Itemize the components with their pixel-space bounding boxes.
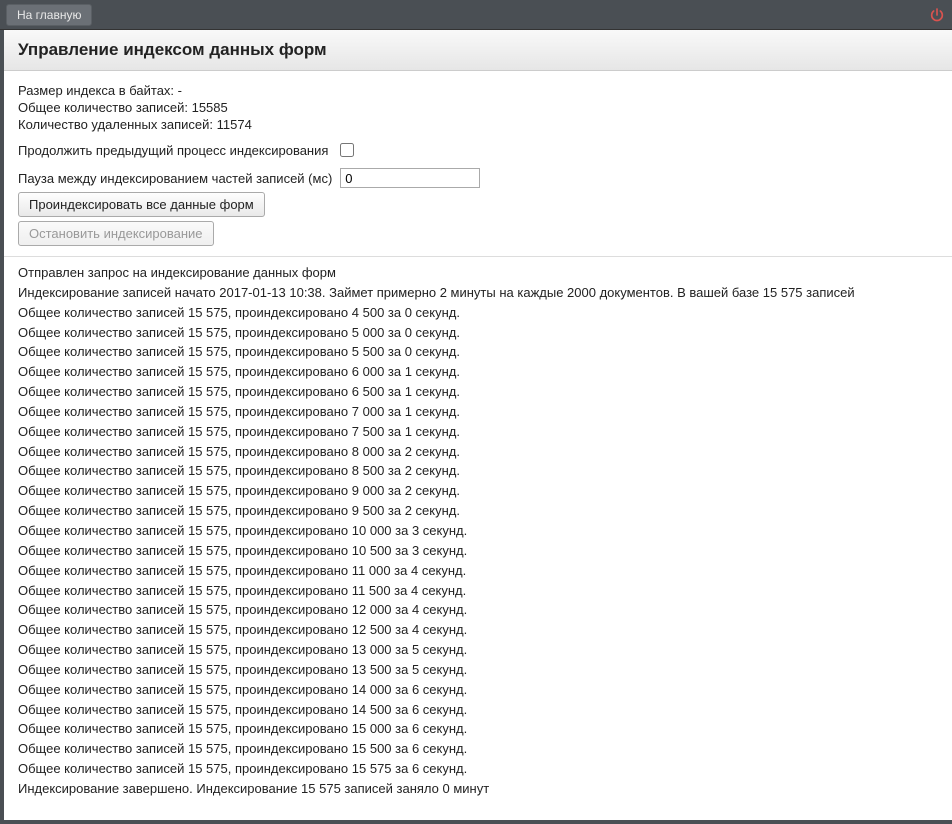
index-all-button[interactable]: Проиндексировать все данные форм (18, 192, 265, 217)
log-line: Общее количество записей 15 575, проинде… (18, 641, 938, 660)
log-line: Общее количество записей 15 575, проинде… (18, 502, 938, 521)
stop-index-button: Остановить индексирование (18, 221, 214, 246)
main-panel: Управление индексом данных форм Размер и… (0, 30, 952, 820)
power-icon[interactable] (928, 6, 946, 24)
continue-checkbox[interactable] (340, 143, 354, 157)
log-line: Общее количество записей 15 575, проинде… (18, 423, 938, 442)
log-line: Общее количество записей 15 575, проинде… (18, 661, 938, 680)
page-title: Управление индексом данных форм (18, 40, 938, 60)
stat-index-size: Размер индекса в байтах: - (18, 83, 938, 98)
log-line: Общее количество записей 15 575, проинде… (18, 740, 938, 759)
index-button-row: Проиндексировать все данные форм (18, 192, 938, 217)
top-bar: На главную (0, 0, 952, 30)
stat-label: Количество удаленных записей: (18, 117, 213, 132)
log-line: Общее количество записей 15 575, проинде… (18, 601, 938, 620)
log-line: Общее количество записей 15 575, проинде… (18, 443, 938, 462)
log-line: Общее количество записей 15 575, проинде… (18, 720, 938, 739)
log-line: Общее количество записей 15 575, проинде… (18, 582, 938, 601)
pause-row: Пауза между индексированием частей запис… (18, 168, 938, 188)
log-line: Общее количество записей 15 575, проинде… (18, 462, 938, 481)
stat-deleted-records: Количество удаленных записей: 11574 (18, 117, 938, 132)
home-button[interactable]: На главную (6, 4, 92, 26)
stat-label: Размер индекса в байтах: (18, 83, 174, 98)
log-line: Общее количество записей 15 575, проинде… (18, 383, 938, 402)
log-line: Индексирование записей начато 2017-01-13… (18, 284, 938, 303)
log-line: Общее количество записей 15 575, проинде… (18, 760, 938, 779)
log-area: Отправлен запрос на индексирование данны… (4, 257, 952, 820)
stop-button-row: Остановить индексирование (18, 221, 938, 246)
log-line: Отправлен запрос на индексирование данны… (18, 264, 938, 283)
log-line: Общее количество записей 15 575, проинде… (18, 701, 938, 720)
log-line: Общее количество записей 15 575, проинде… (18, 681, 938, 700)
log-line: Общее количество записей 15 575, проинде… (18, 304, 938, 323)
bottom-bar (0, 820, 952, 824)
stat-value: 15585 (192, 100, 228, 115)
stat-label: Общее количество записей: (18, 100, 188, 115)
continue-row: Продолжить предыдущий процесс индексиров… (18, 140, 938, 160)
log-line: Общее количество записей 15 575, проинде… (18, 403, 938, 422)
stat-value: - (178, 83, 182, 98)
controls-section: Размер индекса в байтах: - Общее количес… (4, 71, 952, 257)
continue-label: Продолжить предыдущий процесс индексиров… (18, 143, 328, 158)
log-line: Общее количество записей 15 575, проинде… (18, 482, 938, 501)
pause-input[interactable] (340, 168, 480, 188)
log-line: Индексирование завершено. Индексирование… (18, 780, 938, 799)
log-line: Общее количество записей 15 575, проинде… (18, 562, 938, 581)
stat-total-records: Общее количество записей: 15585 (18, 100, 938, 115)
log-line: Общее количество записей 15 575, проинде… (18, 522, 938, 541)
stat-value: 11574 (217, 117, 252, 132)
log-line: Общее количество записей 15 575, проинде… (18, 621, 938, 640)
log-line: Общее количество записей 15 575, проинде… (18, 542, 938, 561)
pause-label: Пауза между индексированием частей запис… (18, 171, 332, 186)
panel-header: Управление индексом данных форм (4, 30, 952, 71)
log-line: Общее количество записей 15 575, проинде… (18, 324, 938, 343)
log-line: Общее количество записей 15 575, проинде… (18, 343, 938, 362)
log-line: Общее количество записей 15 575, проинде… (18, 363, 938, 382)
